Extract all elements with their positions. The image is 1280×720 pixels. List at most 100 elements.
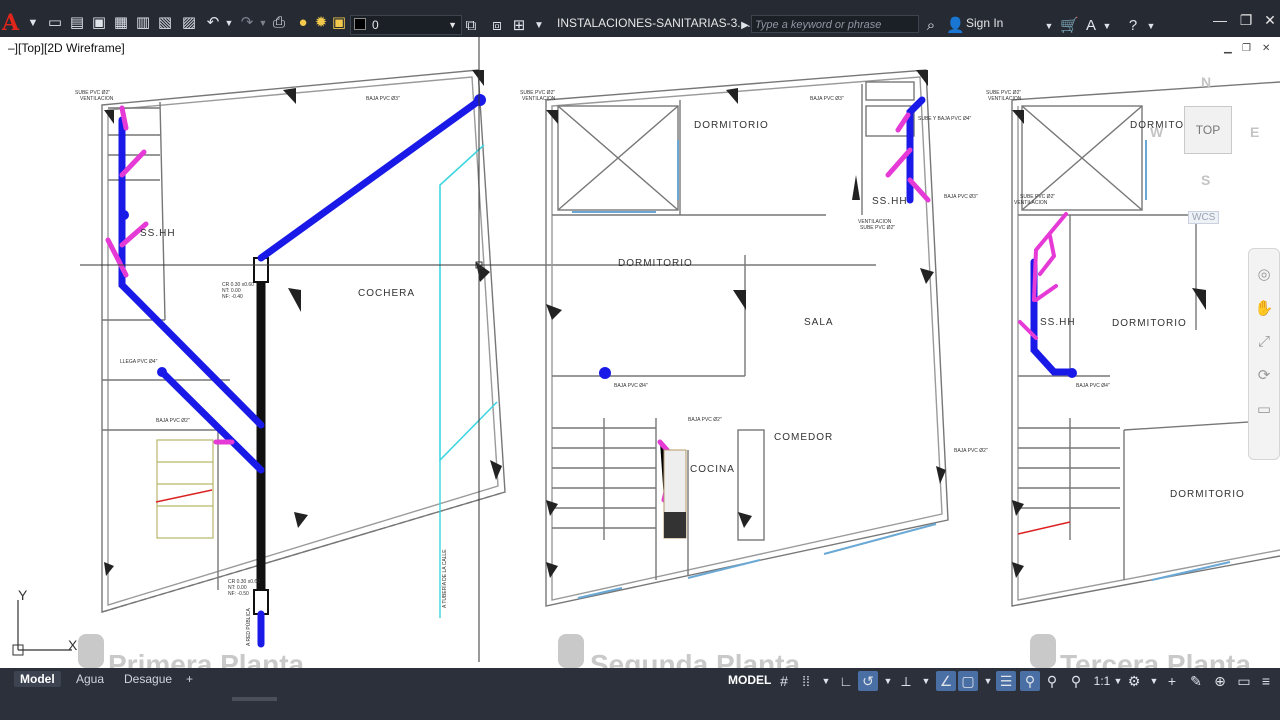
save-web-icon[interactable]: ▧ [156,10,174,36]
search-icon[interactable]: ⌕ [922,13,940,39]
isolate-objects-icon[interactable]: ⊕ [1210,671,1230,691]
section-line-1 [155,489,213,503]
grid-icon[interactable]: # [774,671,794,691]
tab-scrollbar[interactable] [232,697,277,701]
compass-north[interactable]: N [1201,74,1211,90]
undo-dropdown-icon[interactable]: ▼ [220,10,238,36]
model-space-toggle[interactable]: MODEL [728,673,771,687]
annotation-scale-icon[interactable]: ⚲ [1066,671,1086,691]
layer-on-icon[interactable]: ● [294,10,312,36]
plan-title-3: Tercera Planta [1060,649,1251,668]
compass-east[interactable]: E [1250,124,1259,140]
plan-segunda-windows [572,140,937,599]
plan-segunda [545,69,949,607]
tab-agua[interactable]: Agua [70,671,110,687]
maximize-icon[interactable]: ❐ [1236,12,1256,29]
auto-scale-icon[interactable]: ⚲ [1042,671,1062,691]
customization-menu-icon[interactable]: ≡ [1256,671,1276,691]
registry-box-1 [253,257,269,283]
sign-in-link[interactable]: Sign In [966,16,1003,30]
viewcube-top[interactable]: TOP [1184,106,1232,154]
ortho-icon[interactable]: ∟ [836,671,856,691]
note-llega4: LLEGA PVC Ø4" [120,359,158,365]
note-nf2: NF: -0.50 [228,591,249,597]
user-icon[interactable]: 👤 [946,13,965,39]
layer-states-icon[interactable]: ⊞ [510,13,528,39]
sign-in-dropdown-icon[interactable]: ▼ [1040,13,1058,39]
object-snap-tracking-icon[interactable]: ∠ [936,671,956,691]
tab-model[interactable]: Model [14,671,61,687]
search-input[interactable]: Type a keyword or phrase [751,15,919,33]
chevron-down-icon: ▼ [448,20,457,30]
layer-lock-icon[interactable]: ▣ [330,10,348,36]
showmotion-icon[interactable]: ▭ [1249,400,1279,418]
object-snap-icon[interactable]: ▢ [958,671,978,691]
cad-drawing[interactable]: COCHERA DORMITORIO DORMITORIO SALA COMED… [0,37,1280,668]
note-red-calle: A TUBERÍA DE LA CALLE [441,549,448,608]
note-nf1: NF: -0.40 [222,294,243,300]
room-sala: SALA [804,317,834,328]
plan-primera-drains [118,96,484,648]
snap-dropdown-icon[interactable]: ▼ [816,671,836,691]
room-dormitorio-1: DORMITORIO [694,120,769,131]
layer-name: 0 [372,18,379,32]
note-vent-4: VENTILACION [988,96,1022,102]
layer-freeze-icon[interactable]: ✹ [312,10,330,36]
iso-dropdown-icon[interactable]: ▼ [916,671,936,691]
room-dormitorio-3: DORMITORIO [1112,318,1187,329]
osnap-dropdown-icon[interactable]: ▼ [978,671,998,691]
tab-add[interactable]: + [180,671,199,687]
compass-west[interactable]: W [1150,124,1163,140]
tab-desague[interactable]: Desague [118,671,178,687]
room-comedor: COMEDOR [774,432,833,443]
kitchen-stove [664,512,686,538]
compass-south[interactable]: S [1201,172,1210,188]
lineweight-icon[interactable]: ☰ [996,671,1016,691]
save-as-icon[interactable]: ▦ [112,10,130,36]
save-icon[interactable]: ▣ [90,10,108,36]
match-layer-icon[interactable]: ⧉ [462,13,480,39]
plan-primera-vent [105,105,235,445]
room-sshh-3: SS.HH [1040,317,1076,328]
steering-wheel-icon[interactable]: ◎ [1249,265,1279,283]
note-baja2-2: BAJA PVC Ø2" [688,417,722,423]
ucs-y-label: Y [18,588,28,603]
layer-previous-icon[interactable]: ⧈ [488,13,506,39]
workspace-dropdown-icon[interactable]: ▼ [1144,671,1164,691]
close-icon[interactable]: ✕ [1260,12,1280,29]
wcs-menu[interactable]: WCS [1188,211,1220,224]
web-mobile-icon[interactable]: ▥ [134,10,152,36]
help-icon[interactable]: ? [1124,13,1142,39]
layer-dropdown[interactable]: 0 ▼ [350,15,462,35]
minimize-icon[interactable]: — [1210,12,1230,28]
note-baja4-3: BAJA PVC Ø4" [1076,383,1110,389]
customize-toolbar-icon[interactable]: ▼ [530,13,548,39]
app-menu-chevron-icon[interactable]: ▼ [24,10,42,36]
room-dormitorio-2: DORMITORIO [618,258,693,269]
note-baja3-1: BAJA PVC Ø3" [366,96,400,102]
app-dropdown-icon[interactable]: ▼ [1098,13,1116,39]
plan-tercera-windows [1145,140,1231,581]
polar-dropdown-icon[interactable]: ▼ [878,671,898,691]
plan-primera [101,69,506,613]
open-folder-icon[interactable]: ▤ [68,10,86,36]
isodraft-icon[interactable]: ⟂ [896,671,916,691]
annotation-monitor-icon[interactable]: + [1162,671,1182,691]
help-dropdown-icon[interactable]: ▼ [1142,13,1160,39]
print-icon[interactable]: ⎙ [270,10,288,36]
units-icon[interactable]: ✎ [1186,671,1206,691]
polar-tracking-icon[interactable]: ↺ [858,671,878,691]
snap-icon[interactable]: ⁞⁞ [796,671,816,691]
zoom-extents-icon[interactable]: ⤢ [1249,333,1279,350]
plot-icon[interactable]: ▨ [180,10,198,36]
ucs-icon: Y X [12,588,78,656]
new-file-icon[interactable]: ▭ [46,10,64,36]
orbit-icon[interactable]: ⟳ [1249,366,1279,384]
note-baja2-3: BAJA PVC Ø2" [954,448,988,454]
annotation-visibility-icon[interactable]: ⚲ [1020,671,1040,691]
pan-icon[interactable]: ✋ [1249,299,1279,317]
workspace-gear-icon[interactable]: ⚙ [1124,671,1144,691]
cart-icon[interactable]: 🛒 [1060,13,1079,39]
room-cocina: COCINA [690,464,735,475]
clean-screen-icon[interactable]: ▭ [1234,671,1254,691]
